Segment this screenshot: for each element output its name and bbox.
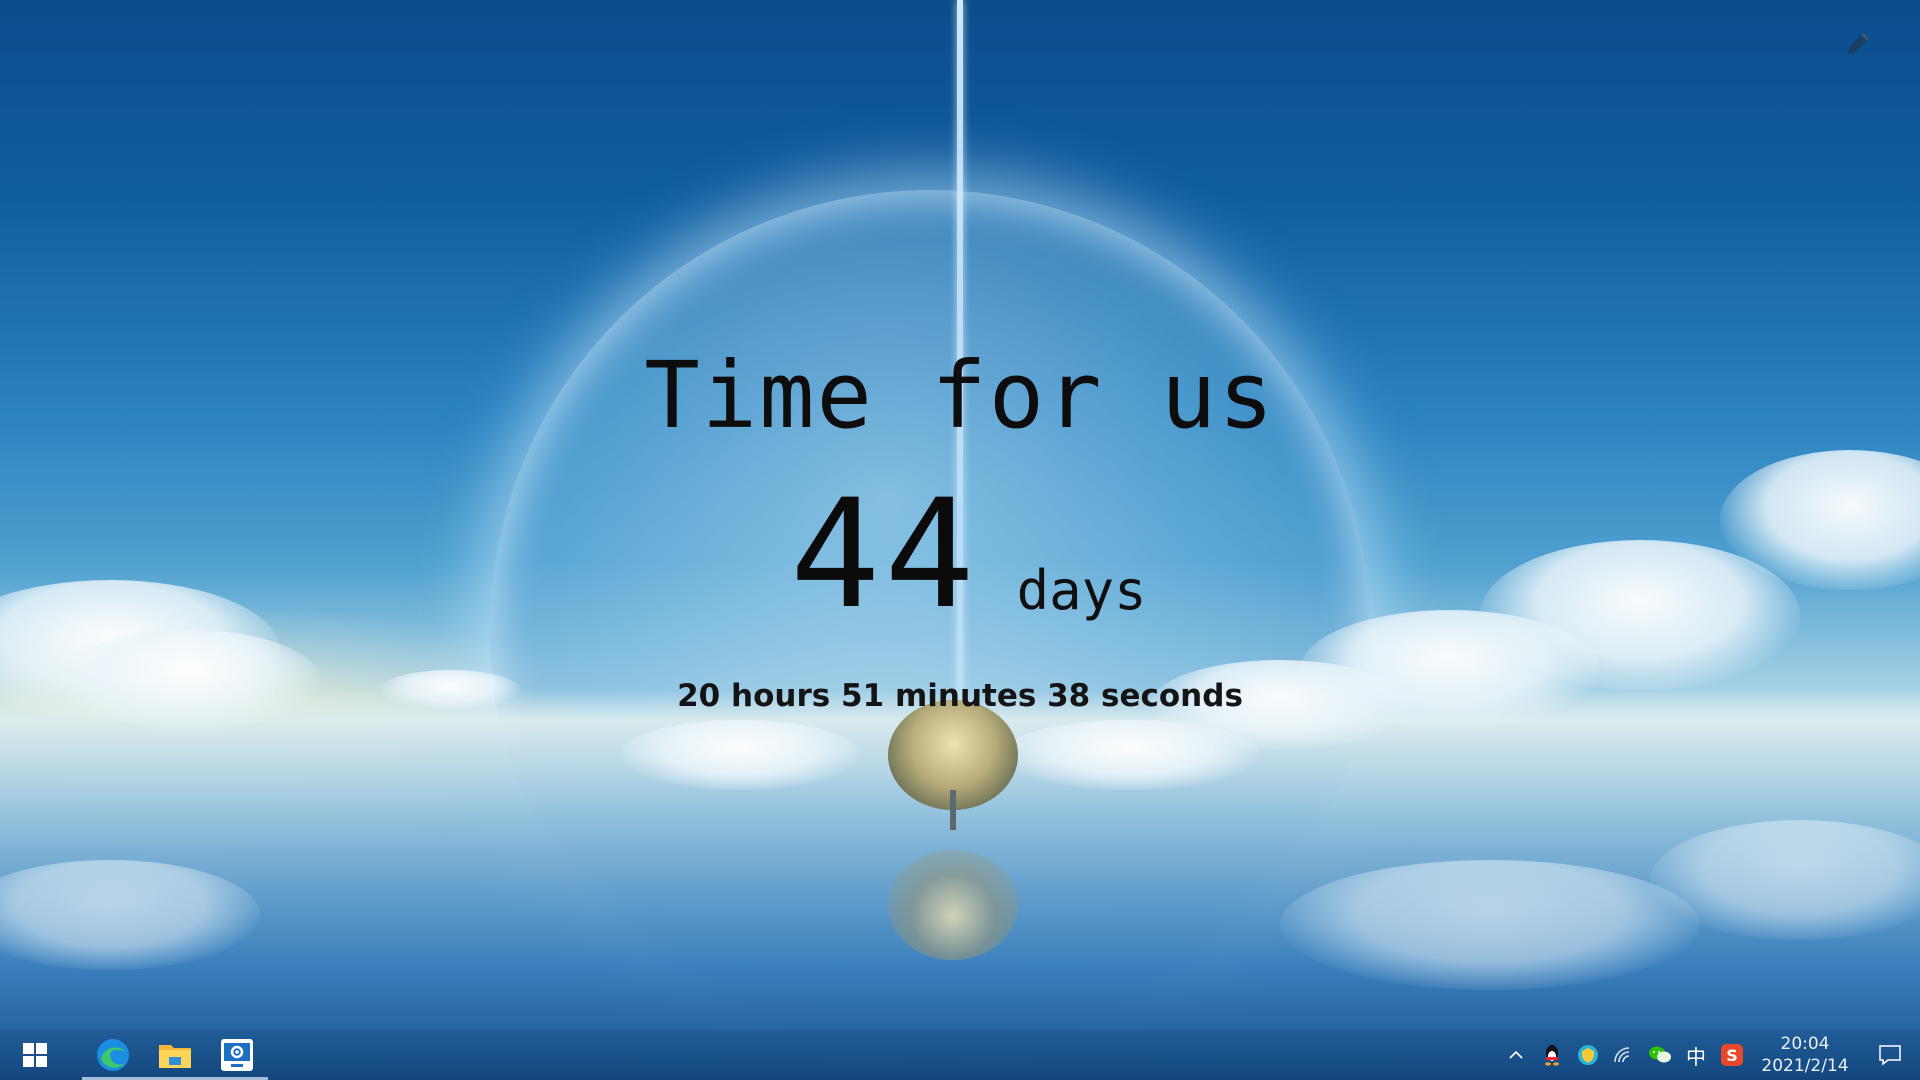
qq-tray[interactable] <box>1534 1030 1570 1080</box>
notification-icon <box>1879 1045 1901 1066</box>
input-method-indicator[interactable]: 中 <box>1678 1030 1714 1080</box>
file-explorer-icon <box>159 1045 191 1068</box>
show-hidden-icons-chevron[interactable] <box>1498 1030 1534 1080</box>
system-tray: 中 S 20:04 2021/2/14 <box>1498 1030 1920 1080</box>
sogou-letter: S <box>1726 1045 1738 1065</box>
countdown-title: Time for us <box>644 342 1276 449</box>
shield-icon <box>1578 1045 1598 1065</box>
clock-time: 20:04 <box>1780 1034 1830 1054</box>
network-tray[interactable] <box>1606 1030 1642 1080</box>
sogou-icon: S <box>1721 1044 1743 1066</box>
wechat-icon <box>1649 1046 1671 1063</box>
days-unit: days <box>1016 559 1147 622</box>
cloud <box>1000 720 1260 790</box>
time-remaining: 20 hours 51 minutes 38 seconds <box>677 678 1243 714</box>
qq-penguin-icon <box>1545 1045 1559 1066</box>
taskbar-file-explorer[interactable] <box>144 1030 206 1080</box>
days-count: 44 <box>790 468 979 642</box>
wallpaper-settings-icon <box>221 1039 253 1071</box>
security-tray[interactable] <box>1570 1030 1606 1080</box>
tree-trunk <box>950 790 956 830</box>
tree-reflection <box>888 850 1018 960</box>
taskbar: 中 S 20:04 2021/2/14 <box>0 1030 1920 1080</box>
clock-date: 2021/2/14 <box>1761 1056 1849 1076</box>
days-row: 44 days <box>790 480 1147 630</box>
pencil-icon[interactable] <box>1842 30 1872 60</box>
taskbar-wallpaper-app[interactable] <box>206 1030 268 1080</box>
edge-icon <box>97 1039 129 1071</box>
cloud-reflection <box>1280 860 1700 990</box>
wifi-icon <box>1614 1047 1630 1063</box>
windows-logo-icon <box>23 1043 47 1067</box>
cloud <box>620 720 860 790</box>
action-center-button[interactable] <box>1860 1030 1920 1080</box>
chevron-up-icon <box>1509 1050 1523 1059</box>
start-button[interactable] <box>0 1030 70 1080</box>
wechat-tray[interactable] <box>1642 1030 1678 1080</box>
sogou-ime-tray[interactable]: S <box>1714 1030 1750 1080</box>
taskbar-clock[interactable]: 20:04 2021/2/14 <box>1750 1030 1860 1080</box>
taskbar-edge[interactable] <box>82 1030 144 1080</box>
